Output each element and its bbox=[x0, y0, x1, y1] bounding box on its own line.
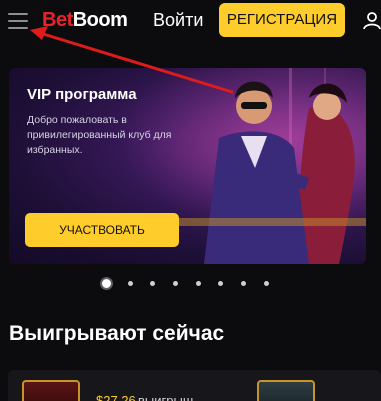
carousel-dot-8[interactable] bbox=[264, 281, 269, 286]
section-title: Выигрывают сейчас bbox=[9, 322, 225, 345]
register-button[interactable]: РЕГИСТРАЦИЯ bbox=[219, 3, 345, 37]
carousel-dot-4[interactable] bbox=[173, 281, 178, 286]
betboom-logo[interactable]: BetBoom bbox=[42, 6, 128, 34]
logo-boom: Boom bbox=[72, 9, 128, 31]
winner-game-thumbnail[interactable] bbox=[257, 380, 315, 401]
carousel-dot-3[interactable] bbox=[150, 281, 155, 286]
banner-title: VIP программа bbox=[27, 86, 137, 103]
carousel-dot-6[interactable] bbox=[218, 281, 223, 286]
participate-button[interactable]: УЧАСТВОВАТЬ bbox=[25, 213, 179, 247]
winner-label: выигрыш bbox=[138, 393, 194, 401]
carousel-dot-5[interactable] bbox=[196, 281, 201, 286]
logo-bet: Bet bbox=[42, 9, 73, 31]
carousel-dot-7[interactable] bbox=[241, 281, 246, 286]
winner-game-thumbnail[interactable] bbox=[22, 380, 80, 401]
login-link[interactable]: Войти bbox=[153, 8, 203, 32]
user-icon[interactable] bbox=[361, 9, 381, 31]
vip-promo-banner[interactable]: VIP программа Добро пожаловать в привиле… bbox=[9, 68, 366, 264]
top-header: BetBoom Войти РЕГИСТРАЦИЯ bbox=[0, 0, 381, 42]
carousel-dot-1[interactable] bbox=[100, 277, 113, 290]
carousel-dot-2[interactable] bbox=[128, 281, 133, 286]
winner-amount: $27.26 bbox=[96, 393, 136, 401]
winners-feed: $27.26 выигрыш bbox=[8, 370, 381, 401]
banner-description: Добро пожаловать в привилегированный клу… bbox=[27, 114, 172, 156]
hamburger-menu-icon[interactable] bbox=[8, 13, 28, 29]
carousel-pagination bbox=[100, 277, 280, 291]
